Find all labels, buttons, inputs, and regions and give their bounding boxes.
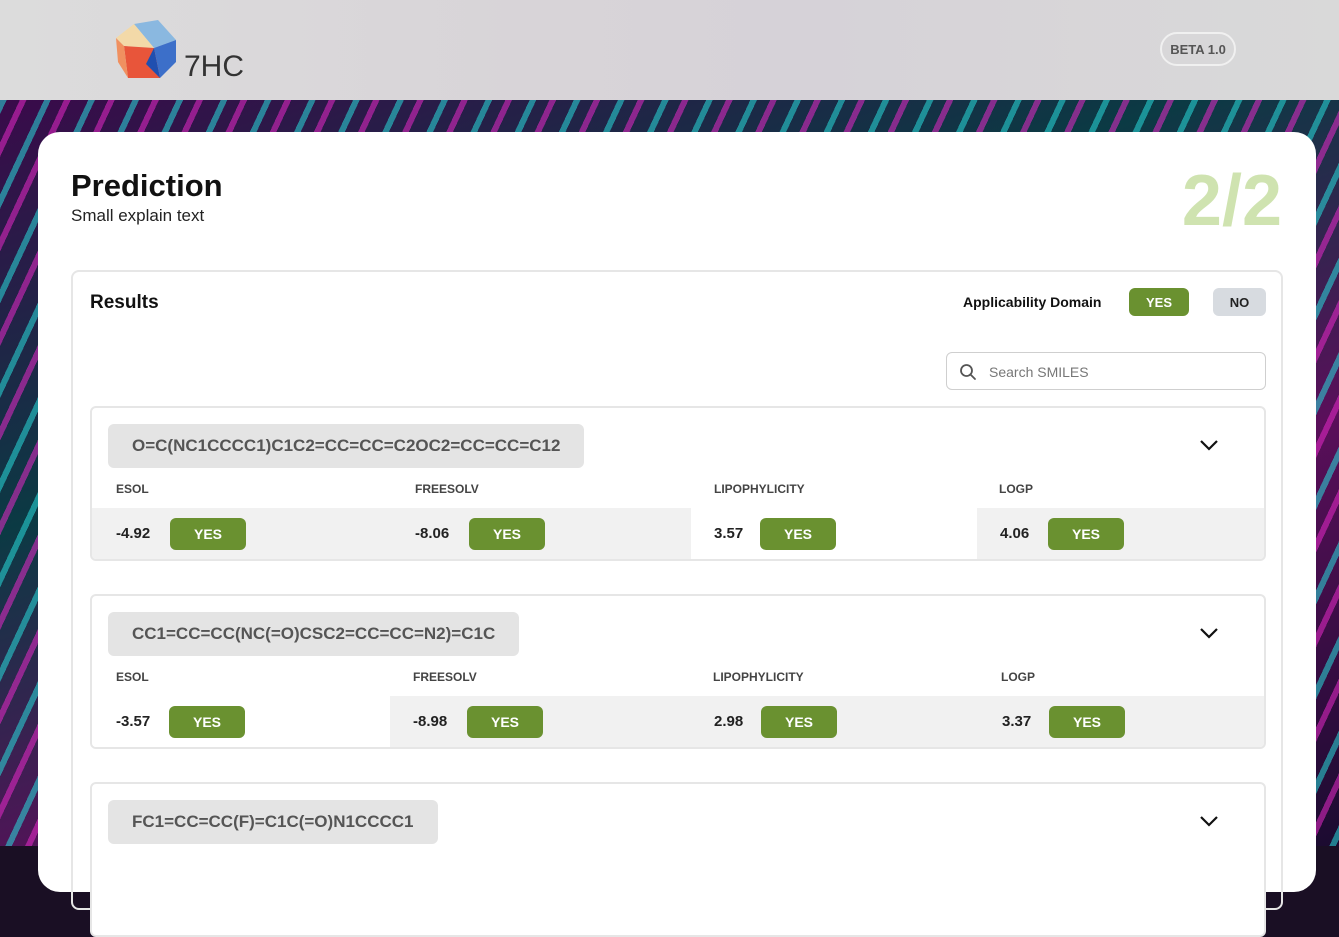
smiles-label: FC1=CC=CC(F)=C1C(=O)N1CCCC1 <box>108 800 438 844</box>
result-entry: CC1=CC=CC(NC(=O)CSC2=CC=CC=N2)=C1C ESOL … <box>90 594 1266 749</box>
step-indicator: 2/2 <box>1181 161 1282 241</box>
logp-value: 3.37 <box>1002 713 1032 730</box>
lipophylicity-domain-badge[interactable]: YES <box>760 518 836 550</box>
property-label-esol: ESOL <box>116 670 149 684</box>
lipophylicity-value: 2.98 <box>714 713 744 730</box>
applicability-domain-yes-button[interactable]: YES <box>1129 288 1189 316</box>
esol-value: -4.92 <box>116 525 151 542</box>
chevron-down-icon[interactable] <box>1198 438 1220 452</box>
result-entry: O=C(NC1CCCC1)C1C2=CC=CC=C2OC2=CC=CC=C12 … <box>90 406 1266 561</box>
property-label-lipophylicity: LIPOPHYLICITY <box>713 670 804 684</box>
property-label-freesolv: FREESOLV <box>415 482 479 496</box>
chevron-down-icon[interactable] <box>1198 814 1220 828</box>
property-label-freesolv: FREESOLV <box>413 670 477 684</box>
result-entry: FC1=CC=CC(F)=C1C(=O)N1CCCC1 <box>90 782 1266 937</box>
search-box[interactable] <box>946 352 1266 390</box>
lipophylicity-value: 3.57 <box>714 525 744 542</box>
property-label-lipophylicity: LIPOPHYLICITY <box>714 482 805 496</box>
page-subtitle: Small explain text <box>71 206 205 225</box>
esol-cell: -3.57 YES <box>92 696 390 747</box>
page-title: Prediction <box>71 168 223 203</box>
applicability-domain-label: Applicability Domain <box>963 294 1102 310</box>
logp-value: 4.06 <box>1000 525 1030 542</box>
app-logo[interactable]: 7HC <box>114 18 254 84</box>
logp-domain-badge[interactable]: YES <box>1049 706 1125 738</box>
lipophylicity-cell: 3.57 YES <box>691 508 977 559</box>
freesolv-domain-badge[interactable]: YES <box>469 518 545 550</box>
esol-domain-badge[interactable]: YES <box>169 706 245 738</box>
property-label-logp: LOGP <box>999 482 1034 496</box>
lipophylicity-domain-badge[interactable]: YES <box>761 706 837 738</box>
applicability-domain-no-button[interactable]: NO <box>1213 288 1266 316</box>
freesolv-cell: -8.98 YES <box>390 696 690 747</box>
esol-value: -3.57 <box>116 713 151 730</box>
beta-badge: BETA 1.0 <box>1160 32 1236 66</box>
esol-cell: -4.92 YES <box>92 508 392 559</box>
prediction-card: Prediction Small explain text 2/2 Result… <box>38 132 1316 937</box>
results-panel: Results Applicability Domain YES NO O=C(… <box>71 270 1283 937</box>
search-input[interactable] <box>987 361 1251 383</box>
property-label-esol: ESOL <box>116 482 149 496</box>
search-icon <box>960 364 976 380</box>
smiles-label: CC1=CC=CC(NC(=O)CSC2=CC=CC=N2)=C1C <box>108 612 520 656</box>
freesolv-value: -8.06 <box>415 525 450 542</box>
freesolv-value: -8.98 <box>413 713 448 730</box>
logp-cell: 3.37 YES <box>978 696 1264 747</box>
lipophylicity-cell: 2.98 YES <box>690 696 978 747</box>
smiles-label: O=C(NC1CCCC1)C1C2=CC=CC=C2OC2=CC=CC=C12 <box>108 424 585 468</box>
esol-domain-badge[interactable]: YES <box>170 518 246 550</box>
results-title: Results <box>90 292 159 313</box>
logp-domain-badge[interactable]: YES <box>1048 518 1124 550</box>
logo-text: 7HC <box>184 50 245 83</box>
logp-cell: 4.06 YES <box>977 508 1264 559</box>
freesolv-domain-badge[interactable]: YES <box>467 706 543 738</box>
freesolv-cell: -8.06 YES <box>392 508 691 559</box>
top-header: 7HC BETA 1.0 <box>0 0 1339 100</box>
hexagon-logo-icon <box>116 20 176 78</box>
property-label-logp: LOGP <box>1001 670 1036 684</box>
chevron-down-icon[interactable] <box>1198 626 1220 640</box>
